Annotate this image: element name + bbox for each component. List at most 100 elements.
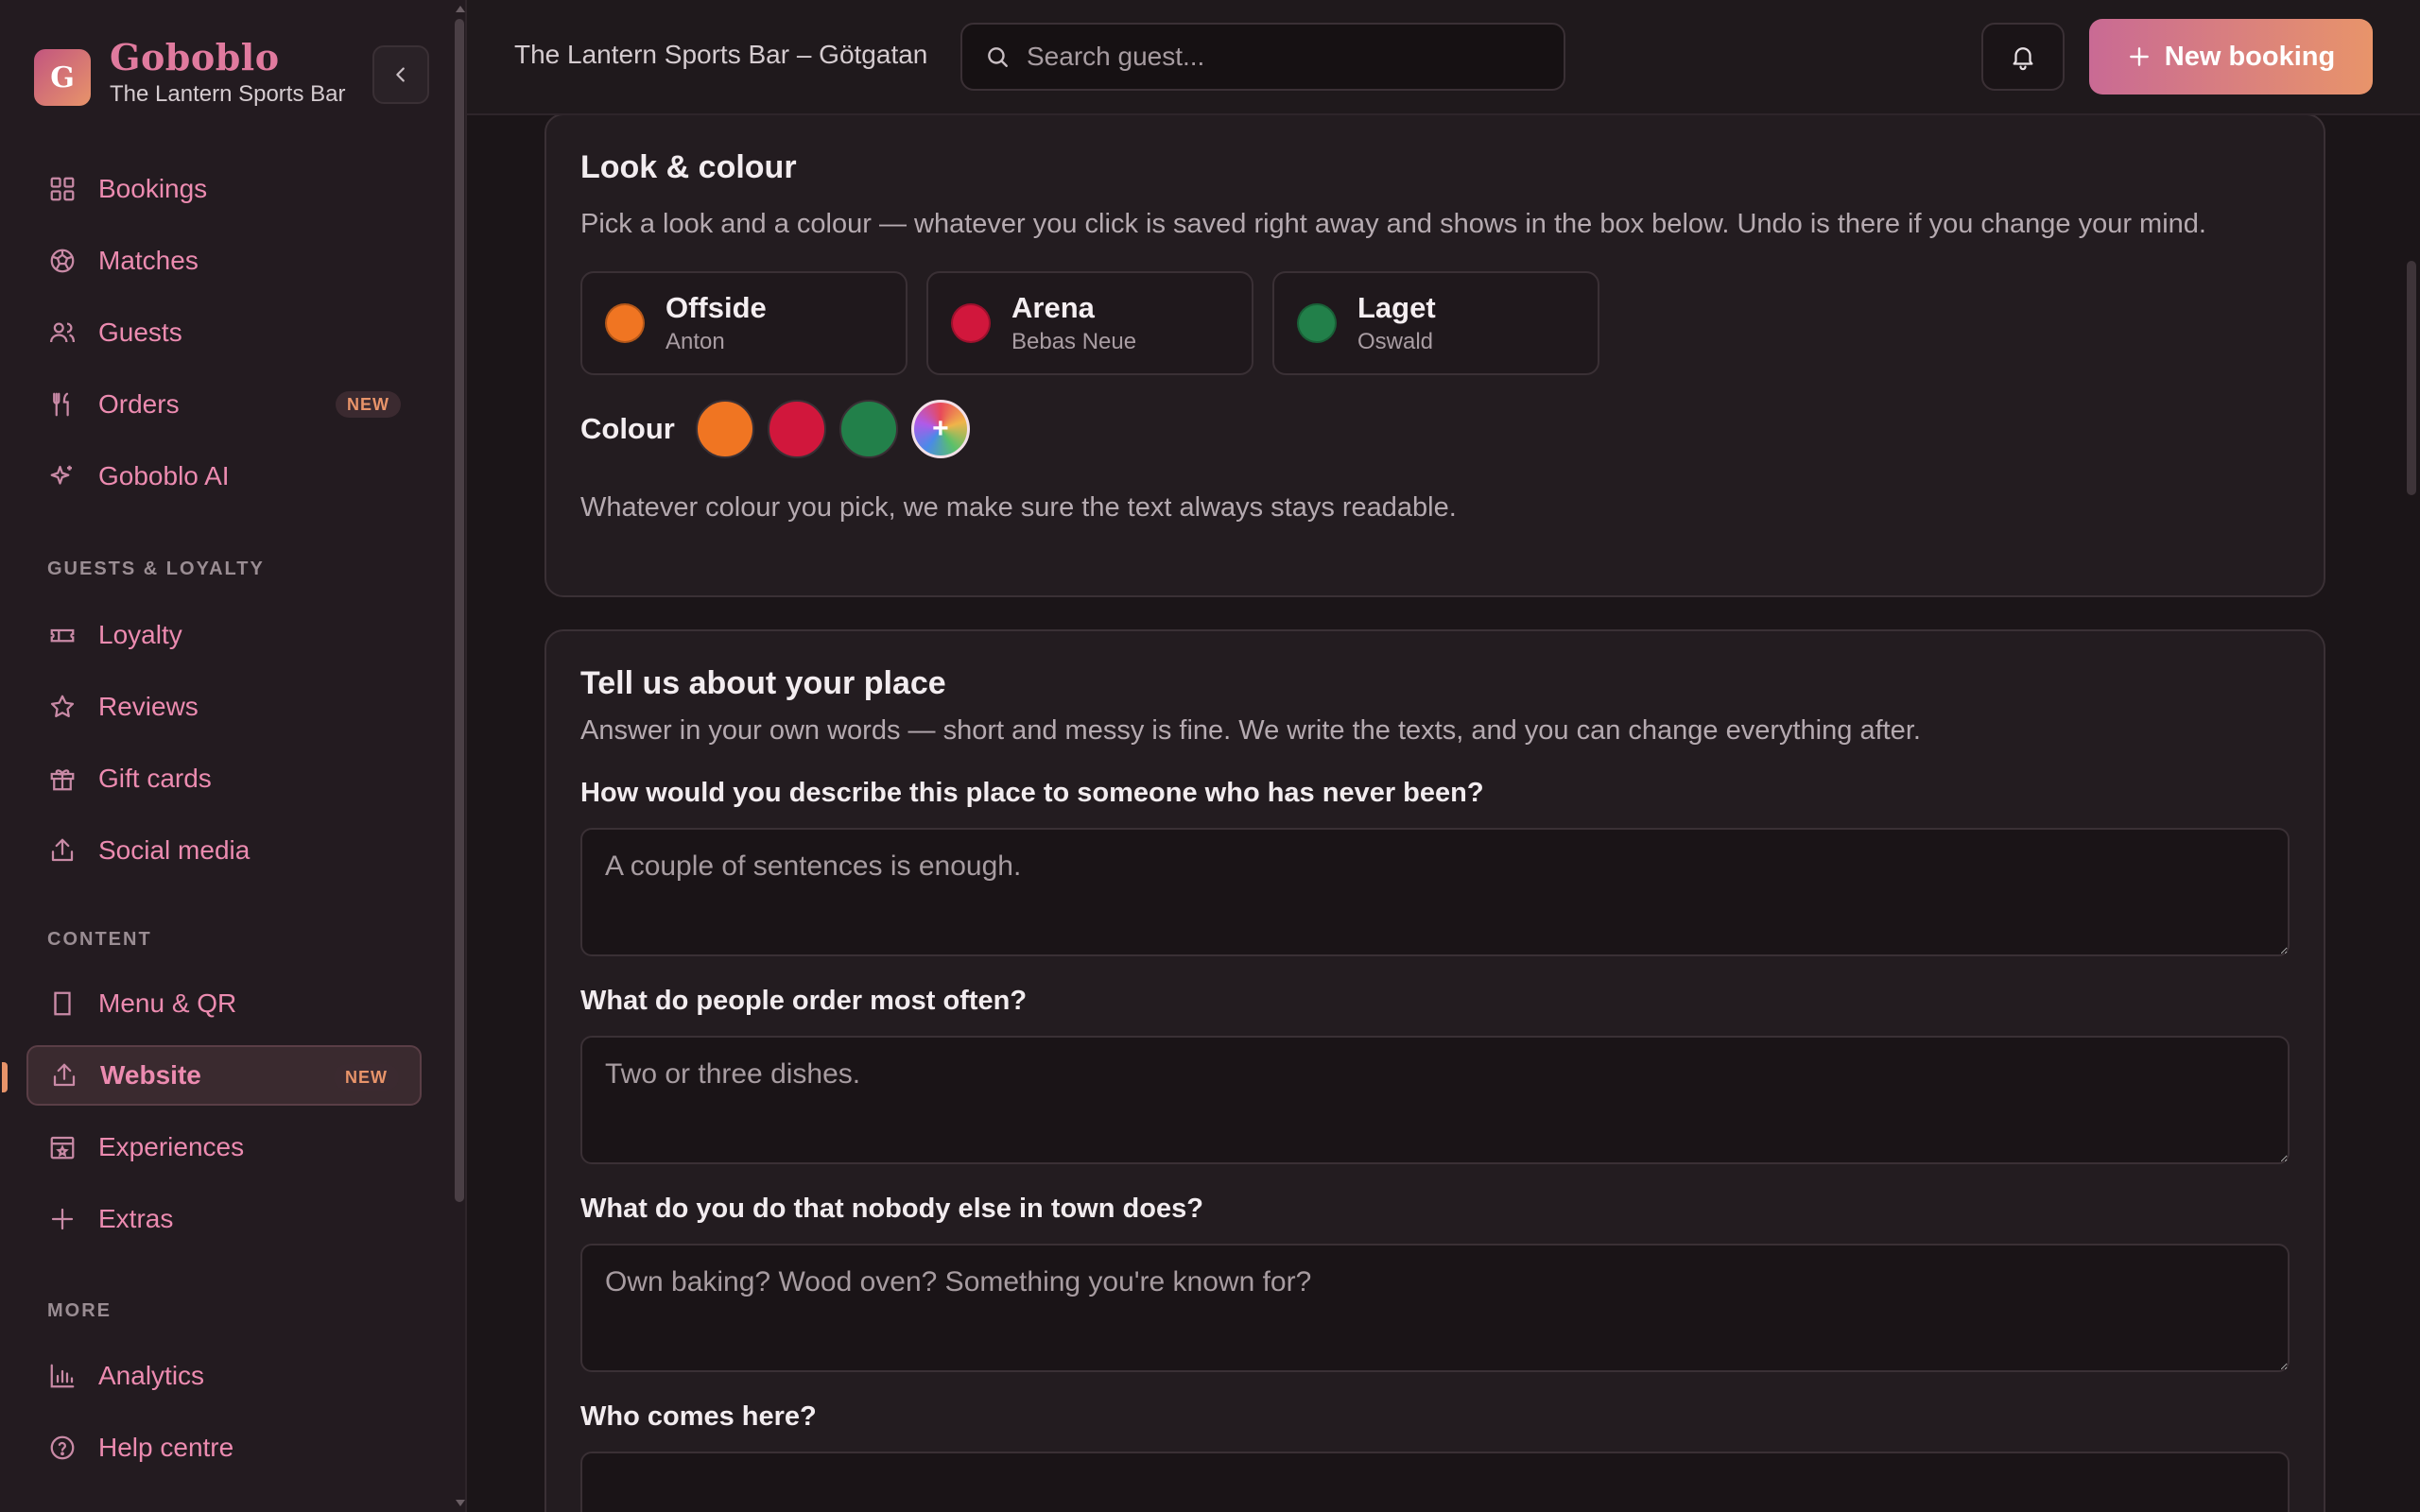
custom-colour-button[interactable]: +	[910, 400, 970, 458]
unique-feature-textarea[interactable]	[580, 1244, 2290, 1372]
sidebar-item-bookings[interactable]: Bookings	[26, 159, 422, 219]
cutlery-icon	[47, 389, 78, 420]
sidebar: G Goboblo The Lantern Sports Bar Booking…	[0, 0, 467, 1512]
sidebar-item-loyalty[interactable]: Loyalty	[26, 605, 422, 665]
brand-venue: The Lantern Sports Bar	[110, 81, 346, 107]
sidebar-item-analytics[interactable]: Analytics	[26, 1346, 422, 1406]
search-icon	[988, 47, 1008, 67]
sidebar-item-label: Loyalty	[98, 620, 182, 649]
sidebar-scrollbar[interactable]	[452, 0, 467, 1512]
chevron-left-icon	[396, 67, 405, 82]
colour-dot	[951, 303, 991, 343]
colour-dot	[605, 303, 645, 343]
gift-icon	[47, 764, 78, 794]
football-icon	[47, 246, 78, 276]
search-box[interactable]	[960, 23, 1565, 91]
colour-picker: Colour +	[580, 400, 2290, 458]
sidebar-item-help-centre[interactable]: Help centre	[26, 1418, 422, 1478]
look-colour-card: Look & colour Pick a look and a colour —…	[544, 115, 2325, 597]
sidebar-item-label: Reviews	[98, 692, 199, 721]
main-scrollbar[interactable]	[2403, 115, 2420, 1512]
look-options: Offside Anton Arena Bebas Neue Laget Osw…	[580, 271, 2290, 375]
sidebar-item-menu-qr[interactable]: Menu & QR	[26, 973, 422, 1034]
scroll-down-icon[interactable]	[456, 1500, 465, 1506]
scrollbar-thumb[interactable]	[2407, 261, 2416, 495]
sidebar-item-extras[interactable]: Extras	[26, 1189, 422, 1249]
bell-icon	[2013, 47, 2033, 71]
question-label: What do you do that nobody else in town …	[580, 1194, 1203, 1224]
upload-icon	[49, 1060, 79, 1091]
new-badge: NEW	[334, 1064, 399, 1091]
notifications-button[interactable]	[1981, 23, 2065, 91]
look-option-arena[interactable]: Arena Bebas Neue	[926, 271, 1253, 375]
colour-dot	[1297, 303, 1337, 343]
star-icon	[47, 692, 78, 722]
section-heading-content: CONTENT	[47, 929, 152, 950]
audience-textarea[interactable]	[580, 1452, 2290, 1512]
look-name: Laget	[1357, 291, 1436, 324]
sidebar-item-goboblo-ai[interactable]: Goboblo AI	[26, 446, 422, 507]
popular-orders-textarea[interactable]	[580, 1036, 2290, 1164]
active-indicator	[2, 1062, 8, 1092]
plus-icon	[47, 1204, 78, 1234]
scrollbar-thumb[interactable]	[455, 19, 464, 1202]
ticket-icon	[47, 620, 78, 650]
sidebar-item-label: Guests	[98, 318, 182, 347]
look-font: Bebas Neue	[1011, 329, 1137, 354]
scroll-up-icon[interactable]	[456, 6, 465, 12]
venue-name: The Lantern Sports Bar – Götgatan	[514, 40, 928, 69]
answer-field-wrapper	[580, 1433, 2290, 1512]
sidebar-item-matches[interactable]: Matches	[26, 231, 422, 291]
look-text: Arena Bebas Neue	[1011, 291, 1136, 355]
sidebar-item-label: Experiences	[98, 1132, 245, 1161]
swatch-orange[interactable]	[695, 400, 754, 458]
main-content: Look & colour Pick a look and a colour —…	[467, 115, 2403, 1512]
new-booking-button[interactable]: New booking	[2089, 19, 2373, 94]
sidebar-item-orders[interactable]: Orders NEW	[26, 374, 422, 435]
card-description: Answer in your own words — short and mes…	[580, 715, 1921, 746]
calendar-star-icon	[47, 1132, 78, 1162]
card-title: Tell us about your place	[580, 665, 946, 701]
describe-place-textarea[interactable]	[580, 828, 2290, 956]
answer-field-wrapper	[580, 1017, 2290, 1169]
plus-icon	[2129, 47, 2149, 66]
look-option-offside[interactable]: Offside Anton	[580, 271, 908, 375]
look-text: Laget Oswald	[1357, 291, 1436, 355]
swatch-green[interactable]	[838, 400, 898, 458]
look-font: Oswald	[1357, 329, 1434, 354]
sidebar-item-label: Matches	[98, 246, 199, 275]
sidebar-item-website[interactable]: Website NEW	[2, 1045, 422, 1106]
sidebar-item-guests[interactable]: Guests	[26, 302, 422, 363]
card-description: Pick a look and a colour — whatever you …	[580, 209, 2206, 239]
brand: G Goboblo The Lantern Sports Bar	[34, 36, 431, 112]
look-font: Anton	[666, 329, 725, 354]
sidebar-item-social-media[interactable]: Social media	[26, 820, 422, 881]
sidebar-item-label: Social media	[98, 835, 251, 865]
topbar: The Lantern Sports Bar – Götgatan New bo…	[467, 0, 2420, 115]
question-label: What do people order most often?	[580, 986, 1028, 1016]
section-heading-guests-loyalty: GUESTS & LOYALTY	[47, 558, 265, 579]
brand-name: Goboblo	[110, 36, 280, 78]
sidebar-item-reviews[interactable]: Reviews	[26, 677, 422, 737]
sidebar-item-label: Extras	[98, 1204, 174, 1233]
sidebar-item-label: Orders	[98, 389, 180, 419]
help-icon	[47, 1433, 78, 1463]
plus-icon: +	[932, 413, 949, 444]
sidebar-item-label: Gift cards	[98, 764, 212, 793]
guests-loyalty-nav: Loyalty Reviews Gift cards Social media	[26, 605, 422, 892]
new-booking-label: New booking	[2164, 41, 2336, 72]
swatch-red[interactable]	[767, 400, 826, 458]
search-input[interactable]	[1027, 42, 1537, 72]
sidebar-item-label: Menu & QR	[98, 988, 237, 1018]
look-option-laget[interactable]: Laget Oswald	[1272, 271, 1599, 375]
look-text: Offside Anton	[666, 291, 767, 355]
collapse-sidebar-button[interactable]	[372, 45, 429, 104]
share-icon	[47, 835, 78, 866]
brand-logo: G	[34, 49, 91, 106]
sidebar-item-label: Goboblo AI	[98, 461, 230, 490]
sidebar-item-experiences[interactable]: Experiences	[26, 1117, 422, 1177]
sidebar-item-gift-cards[interactable]: Gift cards	[26, 748, 422, 809]
new-badge: NEW	[336, 391, 401, 418]
tell-us-card: Tell us about your place Answer in your …	[544, 629, 2325, 1512]
book-icon	[47, 988, 78, 1019]
